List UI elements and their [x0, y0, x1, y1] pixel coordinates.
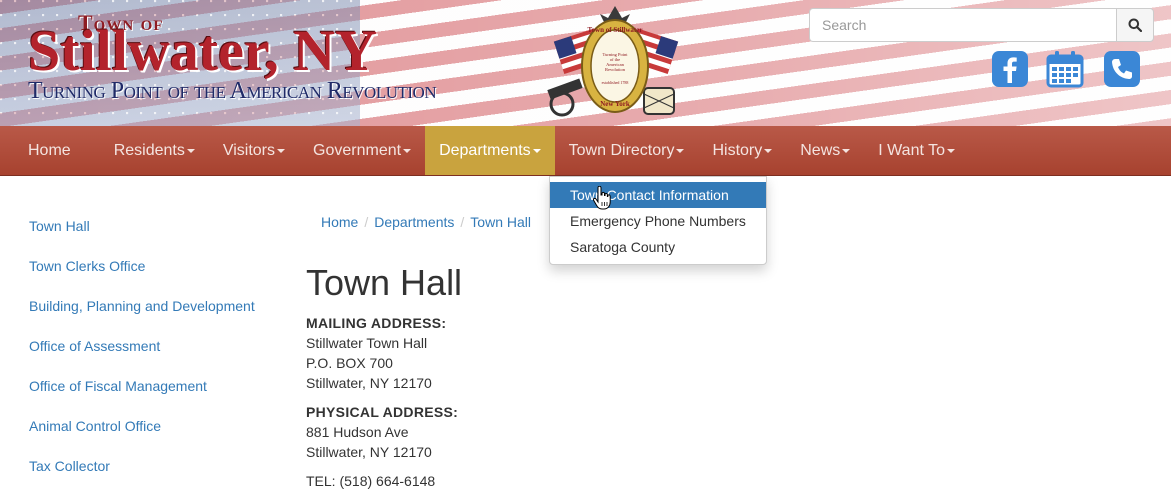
- nav-i-want-to-label: I Want To: [878, 141, 945, 159]
- caret-down-icon: [842, 148, 851, 153]
- sidebar-item-building-planning[interactable]: Building, Planning and Development: [29, 296, 255, 336]
- nav-history-label: History: [712, 141, 763, 159]
- nav-town-directory-label: Town Directory: [568, 141, 675, 159]
- town-seal-logo: Town of Stillwater Turning Point of the …: [547, 6, 679, 117]
- breadcrumb-departments[interactable]: Departments: [374, 214, 454, 230]
- site-header: Town of Stillwater, NY Turning Point of …: [0, 0, 1171, 126]
- nav-government-label: Government: [313, 141, 402, 159]
- nav-news-label: News: [800, 141, 841, 159]
- sidebar-item-town-clerks-office[interactable]: Town Clerks Office: [29, 256, 255, 296]
- calendar-icon[interactable]: [1046, 50, 1084, 88]
- dropdown-item-town-contact-information[interactable]: Town Contact Information: [550, 182, 766, 208]
- nav-town-directory[interactable]: Town Directory: [555, 126, 699, 175]
- mailing-line-2: P.O. BOX 700: [306, 355, 393, 371]
- mailing-address-label: MAILING ADDRESS:: [306, 315, 447, 331]
- dropdown-item-emergency-phone-numbers[interactable]: Emergency Phone Numbers: [550, 208, 766, 234]
- sidebar-item-office-of-assessment[interactable]: Office of Assessment: [29, 336, 255, 376]
- nav-residents[interactable]: Residents: [100, 126, 209, 175]
- physical-line-2: Stillwater, NY 12170: [306, 444, 432, 460]
- hand-cursor-icon: [593, 186, 611, 210]
- dropdown-item-saratoga-county[interactable]: Saratoga County: [550, 234, 766, 260]
- telephone: TEL: (518) 664-6148: [306, 473, 436, 489]
- search-input[interactable]: [809, 8, 1116, 42]
- sidebar-item-fiscal-management[interactable]: Office of Fiscal Management: [29, 376, 255, 416]
- sidebar-item-animal-control[interactable]: Animal Control Office: [29, 416, 255, 456]
- breadcrumb-town-hall[interactable]: Town Hall: [470, 214, 531, 230]
- nav-news[interactable]: News: [786, 126, 864, 175]
- page-title: Town Hall: [306, 262, 463, 303]
- nav-visitors[interactable]: Visitors: [209, 126, 299, 175]
- nav-departments-label: Departments: [439, 141, 531, 159]
- nav-residents-label: Residents: [113, 141, 185, 159]
- caret-down-icon: [764, 148, 773, 153]
- main-navbar: Home Residents Visitors Government Depar…: [0, 126, 1171, 176]
- mailing-line-3: Stillwater, NY 12170: [306, 375, 432, 391]
- contact-details: MAILING ADDRESS: Stillwater Town Hall P.…: [306, 313, 458, 491]
- search-icon: [1128, 18, 1142, 32]
- town-directory-dropdown: Town Contact Information Emergency Phone…: [549, 176, 767, 265]
- breadcrumb: Home / Departments / Town Hall: [321, 214, 531, 230]
- nav-i-want-to[interactable]: I Want To: [864, 126, 969, 175]
- facebook-icon[interactable]: [991, 50, 1029, 88]
- svg-text:Town of Stillwater: Town of Stillwater: [588, 26, 643, 34]
- sidebar-item-town-hall[interactable]: Town Hall: [29, 216, 255, 256]
- caret-down-icon: [277, 148, 286, 153]
- physical-address-label: PHYSICAL ADDRESS:: [306, 404, 459, 420]
- nav-visitors-label: Visitors: [222, 141, 276, 159]
- caret-down-icon: [946, 148, 955, 153]
- search-bar: [809, 8, 1154, 42]
- logo-stillwater-ny[interactable]: Stillwater, NY: [28, 22, 377, 80]
- svg-text:Revolution: Revolution: [605, 67, 626, 72]
- sidebar-item-tax-collector[interactable]: Tax Collector: [29, 456, 255, 496]
- caret-down-icon: [186, 148, 195, 153]
- nav-home-label: Home: [28, 141, 71, 159]
- nav-history[interactable]: History: [698, 126, 786, 175]
- breadcrumb-separator: /: [364, 214, 369, 230]
- svg-text:established 1788: established 1788: [602, 80, 629, 85]
- search-button[interactable]: [1116, 8, 1154, 42]
- breadcrumb-separator: /: [460, 214, 465, 230]
- caret-down-icon: [532, 148, 541, 153]
- nav-home[interactable]: Home: [0, 126, 100, 175]
- physical-line-1: 881 Hudson Ave: [306, 424, 409, 440]
- caret-down-icon: [403, 148, 412, 153]
- nav-government[interactable]: Government: [299, 126, 425, 175]
- caret-down-icon: [676, 148, 685, 153]
- mailing-line-1: Stillwater Town Hall: [306, 335, 428, 351]
- phone-icon[interactable]: [1103, 50, 1141, 88]
- logo-tagline: Turning Point of the American Revolution: [28, 78, 437, 104]
- svg-text:New York: New York: [600, 100, 630, 108]
- sidebar-nav: Town Hall Town Clerks Office Building, P…: [29, 216, 255, 496]
- breadcrumb-home[interactable]: Home: [321, 214, 358, 230]
- nav-departments[interactable]: Departments: [425, 126, 555, 175]
